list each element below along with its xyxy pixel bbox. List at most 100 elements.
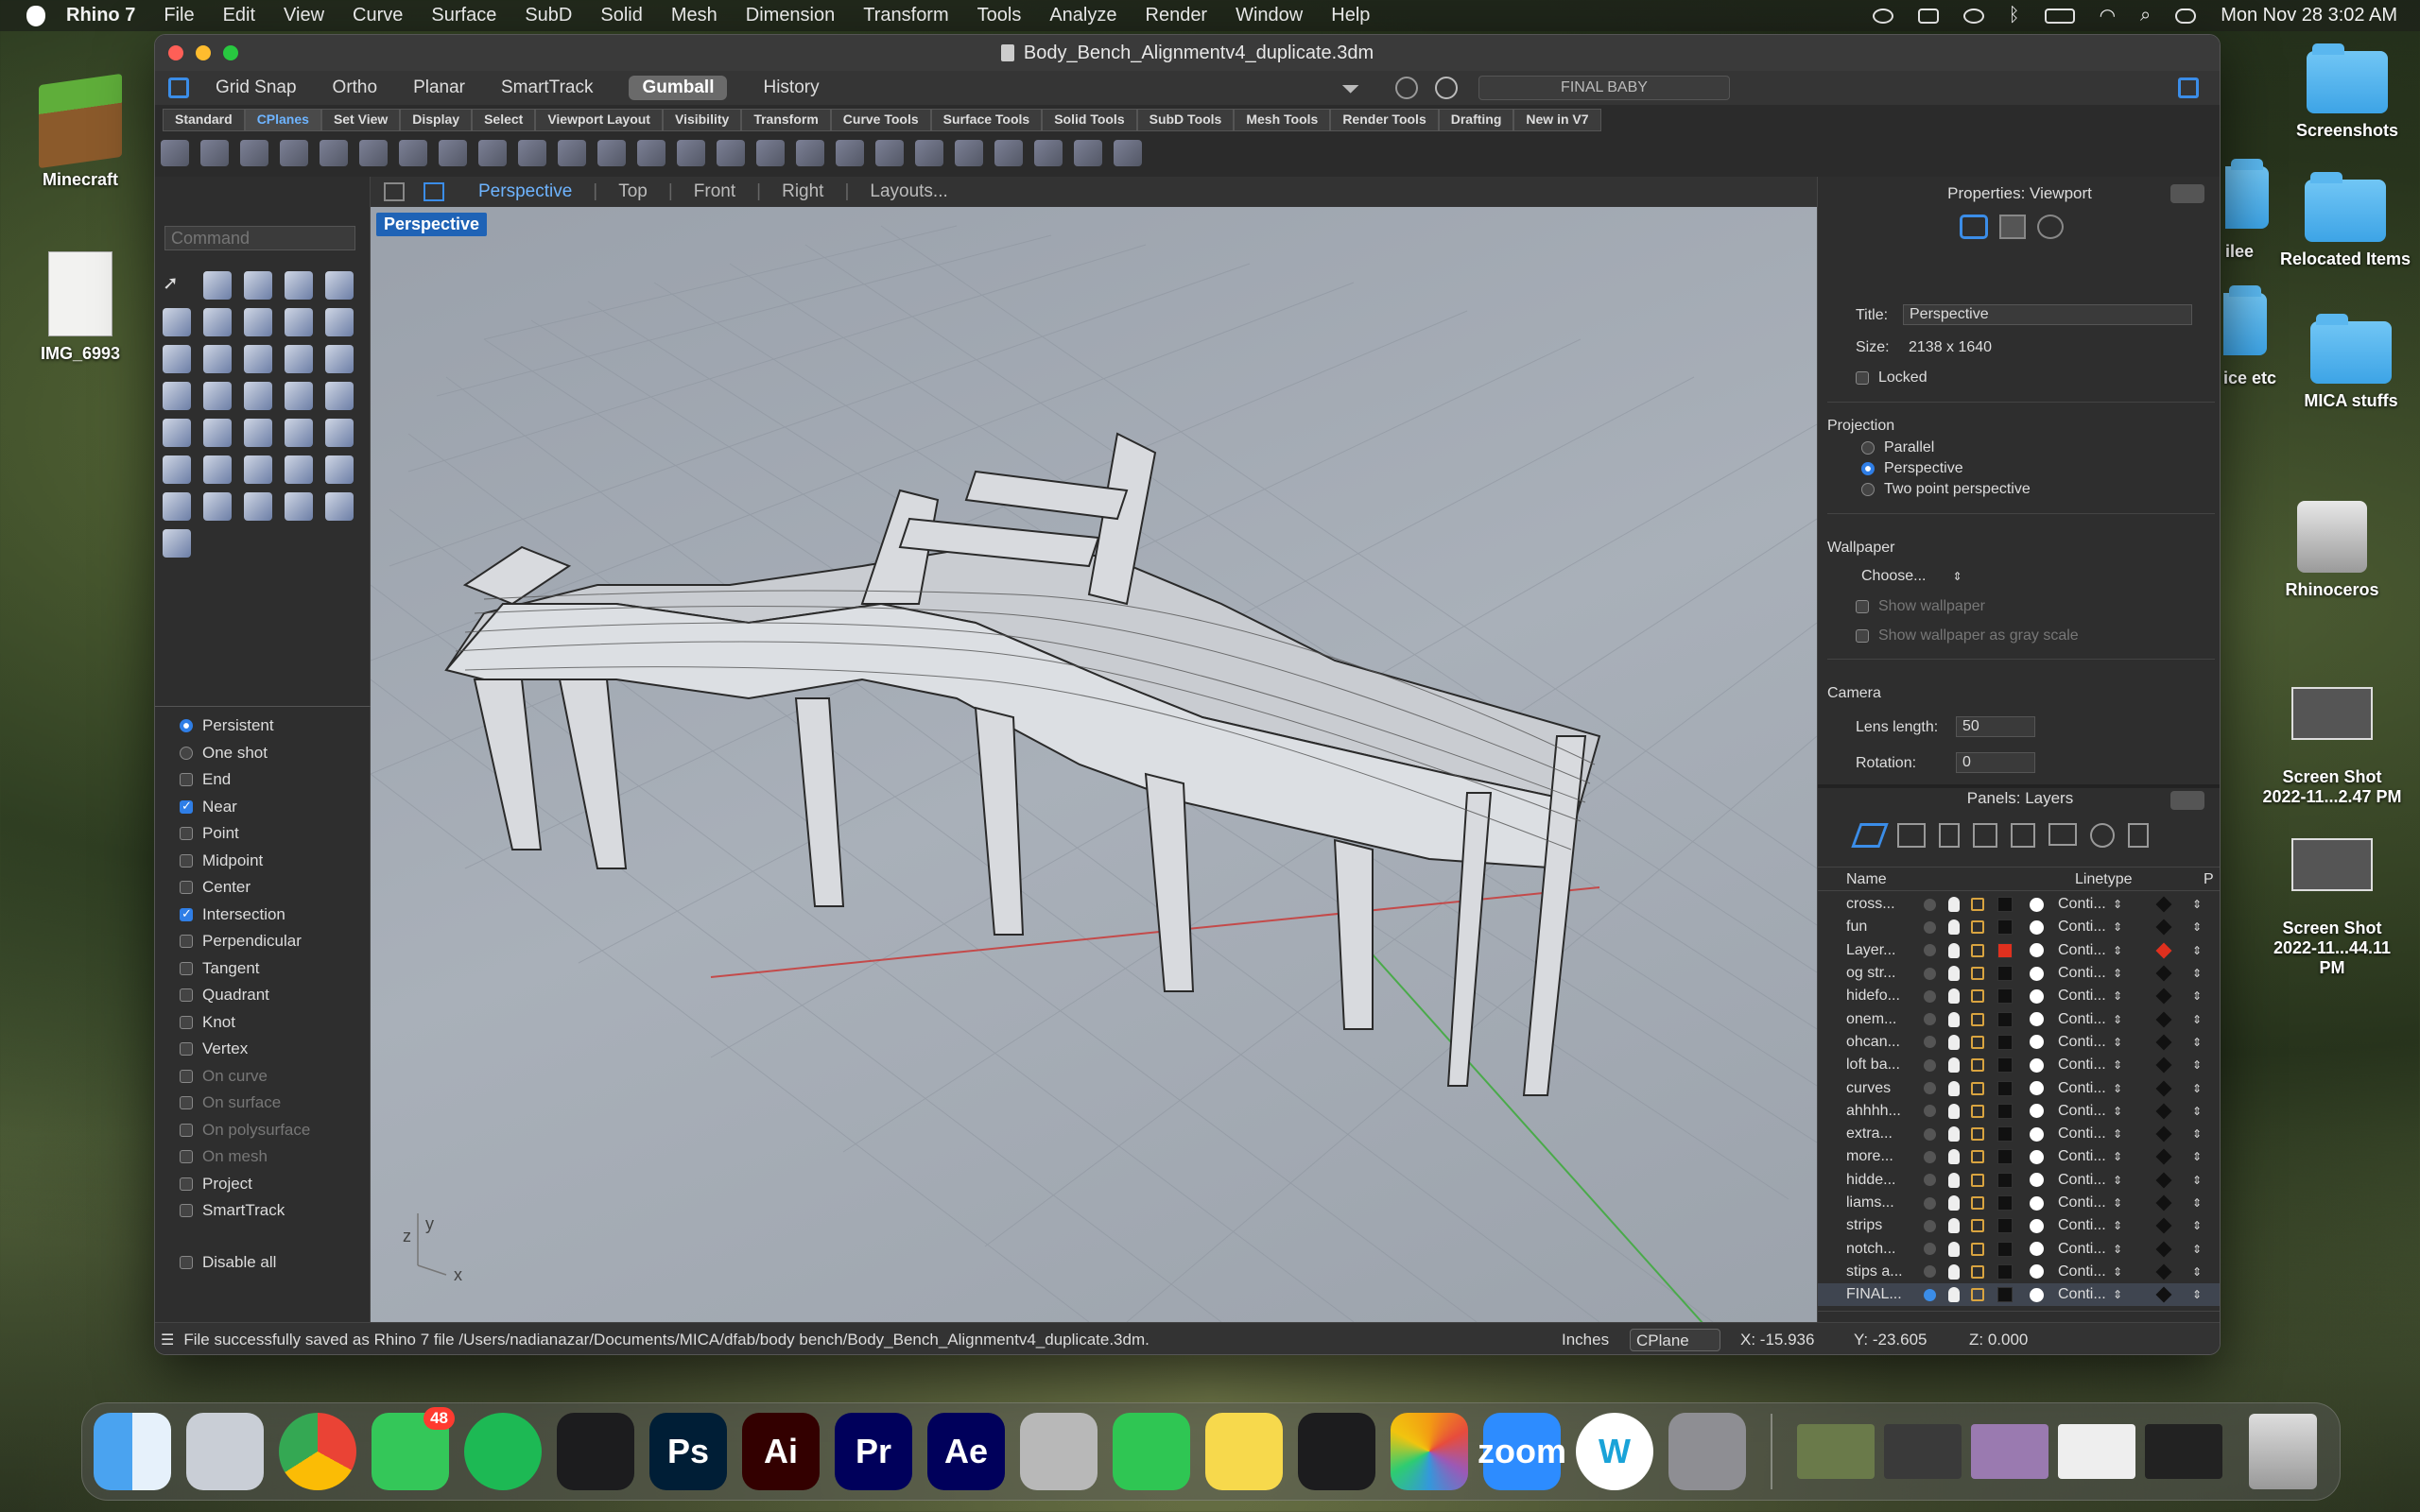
layer-color-swatch[interactable] bbox=[1997, 1080, 2013, 1096]
lens-length-field[interactable]: 50 bbox=[1956, 716, 2035, 737]
dock-launchpad-icon[interactable] bbox=[186, 1413, 264, 1490]
lock-icon[interactable] bbox=[1971, 1081, 1984, 1095]
chevron-updown-icon[interactable]: ⇕ bbox=[2192, 967, 2202, 980]
tab-curve-tools[interactable]: Curve Tools bbox=[830, 109, 931, 131]
material-dot-icon[interactable] bbox=[2030, 1057, 2044, 1073]
layer-linetype[interactable]: Conti... bbox=[2058, 1103, 2106, 1120]
select-tool-icon[interactable]: ➚ bbox=[163, 271, 191, 300]
cplane-tool-icon[interactable] bbox=[558, 140, 586, 166]
layer-color-swatch[interactable] bbox=[1997, 966, 2013, 982]
visibility-bulb-icon[interactable] bbox=[1948, 1149, 1960, 1165]
cplane-tool-icon[interactable] bbox=[915, 140, 943, 166]
print-color-icon[interactable] bbox=[2155, 1263, 2172, 1280]
layer-color-swatch[interactable] bbox=[1997, 1263, 2013, 1280]
layer-row[interactable]: onem... Conti... ⇕ ⇕ bbox=[1818, 1008, 2220, 1031]
osnap-smarttrack[interactable]: SmartTrack bbox=[155, 1197, 371, 1225]
dock-facetime-icon[interactable] bbox=[1113, 1413, 1190, 1490]
chevron-updown-icon[interactable]: ⇕ bbox=[2113, 1219, 2122, 1232]
wifi-icon[interactable]: ◠ bbox=[2100, 4, 2116, 27]
osnap-perpendicular[interactable]: Perpendicular bbox=[155, 928, 371, 955]
print-color-icon[interactable] bbox=[2155, 1080, 2172, 1097]
layer-linetype[interactable]: Conti... bbox=[2058, 988, 2106, 1005]
dimension-tool-icon[interactable] bbox=[325, 455, 354, 484]
layer-linetype[interactable]: Conti... bbox=[2058, 1194, 2106, 1211]
tab-transform[interactable]: Transform bbox=[741, 109, 831, 131]
grid-snap-toggle[interactable]: Grid Snap bbox=[216, 77, 297, 98]
visibility-bulb-icon[interactable] bbox=[1948, 1080, 1960, 1096]
chevron-updown-icon[interactable]: ⇕ bbox=[2192, 1265, 2202, 1279]
cplane-tool-icon[interactable] bbox=[439, 140, 467, 166]
units-label[interactable]: Inches bbox=[1562, 1331, 1609, 1349]
current-layer-field[interactable]: FINAL BABY bbox=[1478, 76, 1730, 100]
rotate-tool-icon[interactable] bbox=[244, 419, 272, 447]
chevron-updown-icon[interactable]: ⇕ bbox=[2192, 1082, 2202, 1095]
target-icon[interactable] bbox=[1435, 77, 1458, 99]
fillet-tool-icon[interactable] bbox=[325, 308, 354, 336]
analyze-tool-icon[interactable] bbox=[244, 492, 272, 521]
dock-chrome-icon[interactable] bbox=[279, 1413, 356, 1490]
chevron-updown-icon[interactable]: ⇕ bbox=[2113, 1196, 2122, 1210]
tab-layouts[interactable]: Layouts... bbox=[870, 181, 947, 202]
material-dot-icon[interactable] bbox=[2030, 1173, 2044, 1188]
lock-icon[interactable] bbox=[1971, 1242, 1984, 1256]
layer-row[interactable]: hidde... Conti... ⇕ ⇕ bbox=[1818, 1169, 2220, 1192]
creative-cloud-icon[interactable] bbox=[1872, 8, 1893, 24]
circle-tool-icon[interactable] bbox=[325, 271, 354, 300]
grid-icon[interactable] bbox=[2128, 823, 2149, 848]
layer-row[interactable]: liams... Conti... ⇕ ⇕ bbox=[1818, 1192, 2220, 1214]
material-dot-icon[interactable] bbox=[2030, 1195, 2044, 1211]
lock-icon[interactable] bbox=[1971, 1150, 1984, 1164]
monitor-icon[interactable] bbox=[2048, 823, 2077, 846]
menu-edit[interactable]: Edit bbox=[223, 5, 255, 26]
material-dot-icon[interactable] bbox=[2030, 1149, 2044, 1164]
layer-linetype[interactable]: Conti... bbox=[2058, 1217, 2106, 1234]
layer-current-dot-icon[interactable] bbox=[1924, 1058, 1936, 1072]
chevron-updown-icon[interactable]: ⇕ bbox=[2192, 1174, 2202, 1187]
cplane-tool-icon[interactable] bbox=[200, 140, 229, 166]
cplane-tool-icon[interactable] bbox=[875, 140, 904, 166]
visibility-bulb-icon[interactable] bbox=[1948, 1287, 1960, 1303]
layer-row[interactable]: Layer... Conti... ⇕ ⇕ bbox=[1818, 939, 2220, 962]
print-color-icon[interactable] bbox=[2155, 1057, 2172, 1074]
cplane-tool-icon[interactable] bbox=[320, 140, 348, 166]
dock-spotify-icon[interactable] bbox=[464, 1413, 542, 1490]
material-dot-icon[interactable] bbox=[2030, 1264, 2044, 1280]
window-thumbnail[interactable] bbox=[2058, 1424, 2135, 1479]
chevron-updown-icon[interactable]: ⇕ bbox=[2192, 1127, 2202, 1141]
cplane-tool-icon[interactable] bbox=[677, 140, 705, 166]
layer-color-swatch[interactable] bbox=[1997, 1287, 2013, 1303]
perspective-viewport[interactable]: z y x Perspective bbox=[371, 207, 1817, 1322]
lock-icon[interactable] bbox=[1971, 1288, 1984, 1302]
help-icon[interactable] bbox=[2090, 823, 2115, 848]
layer-color-swatch[interactable] bbox=[1997, 1034, 2013, 1050]
menu-render[interactable]: Render bbox=[1146, 5, 1208, 26]
layer-current-dot-icon[interactable] bbox=[1924, 1150, 1936, 1163]
minimize-icon[interactable] bbox=[196, 45, 211, 60]
menu-subd[interactable]: SubD bbox=[525, 5, 572, 26]
layer-current-dot-icon[interactable] bbox=[1924, 1265, 1936, 1279]
cplane-tool-icon[interactable] bbox=[717, 140, 745, 166]
print-color-icon[interactable] bbox=[2155, 988, 2172, 1005]
chevron-updown-icon[interactable]: ⇕ bbox=[2192, 1058, 2202, 1072]
grid-tool-icon[interactable] bbox=[163, 492, 191, 521]
print-color-icon[interactable] bbox=[2155, 896, 2172, 913]
layer-color-swatch[interactable] bbox=[1997, 1195, 2013, 1211]
cplane-tool-icon[interactable] bbox=[994, 140, 1023, 166]
record-icon[interactable] bbox=[1395, 77, 1418, 99]
left-panel-toggle-icon[interactable] bbox=[168, 77, 189, 98]
group-tool-icon[interactable] bbox=[163, 419, 191, 447]
layer-tool-icon[interactable] bbox=[203, 492, 232, 521]
tab-right[interactable]: Right bbox=[782, 181, 823, 202]
osnap-point[interactable]: Point bbox=[155, 820, 371, 848]
page-icon[interactable] bbox=[1939, 823, 1960, 848]
rotation-field[interactable]: 0 bbox=[1956, 752, 2035, 773]
point-tool-icon[interactable] bbox=[203, 271, 232, 300]
layer-linetype[interactable]: Conti... bbox=[2058, 1034, 2106, 1051]
osnap-quadrant[interactable]: Quadrant bbox=[155, 982, 371, 1009]
projection-two-point[interactable]: Two point perspective bbox=[1861, 481, 2031, 498]
dock-webex-icon[interactable]: W bbox=[1576, 1413, 1653, 1490]
layer-row[interactable]: strips Conti... ⇕ ⇕ bbox=[1818, 1214, 2220, 1237]
chevron-updown-icon[interactable]: ⇕ bbox=[2192, 1150, 2202, 1163]
cplane-tool-icon[interactable] bbox=[756, 140, 785, 166]
layer-row[interactable]: ohcan... Conti... ⇕ ⇕ bbox=[1818, 1031, 2220, 1054]
